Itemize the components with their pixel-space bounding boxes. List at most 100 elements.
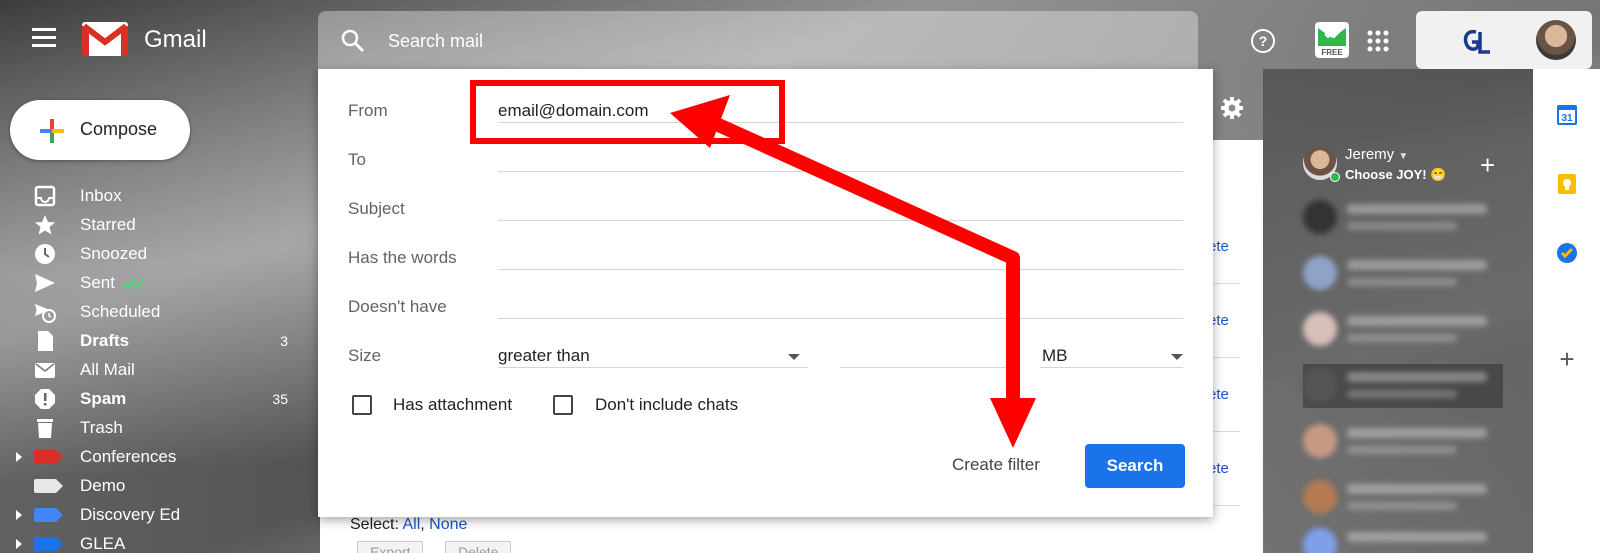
chevron-down-icon[interactable]: ▼ bbox=[1398, 151, 1408, 162]
add-addon-plus-icon[interactable]: + bbox=[1556, 346, 1578, 372]
select-prefix: Select: bbox=[350, 516, 399, 533]
create-filter-link[interactable]: Create filter bbox=[952, 455, 1040, 475]
mail-icon bbox=[35, 363, 55, 378]
from-label: From bbox=[348, 101, 388, 120]
compose-button[interactable]: Compose bbox=[10, 100, 190, 160]
sidebar-item-label: Drafts bbox=[80, 331, 130, 350]
draft-icon bbox=[38, 331, 53, 351]
size-operator-select[interactable]: greater than bbox=[498, 346, 590, 366]
sidebar-item-label: GLEA bbox=[80, 534, 126, 553]
chat-user-name[interactable]: Jeremy ▼ bbox=[1345, 146, 1408, 163]
sidebar-item-count: 3 bbox=[280, 333, 288, 349]
search-icon[interactable] bbox=[340, 28, 366, 54]
blurred-contact[interactable] bbox=[1303, 196, 1503, 240]
blurred-contact[interactable] bbox=[1303, 476, 1503, 520]
trash-icon bbox=[37, 419, 53, 438]
inbox-icon bbox=[34, 185, 56, 207]
select-controls: Select: All, None bbox=[350, 516, 467, 534]
sidebar-item-conferences[interactable]: Conferences bbox=[0, 443, 300, 472]
sidebar-item-label: All Mail bbox=[80, 360, 135, 379]
sidebar-item-all-mail[interactable]: All Mail bbox=[0, 356, 300, 385]
label-tag-icon bbox=[34, 508, 63, 522]
chat-user-name-text: Jeremy bbox=[1345, 146, 1395, 163]
help-icon[interactable]: ? bbox=[1250, 28, 1276, 54]
blurred-contact[interactable] bbox=[1303, 252, 1503, 296]
sidebar-item-label: Demo bbox=[80, 476, 126, 495]
label-tag-icon bbox=[34, 450, 63, 464]
sidebar-item-label: Spam bbox=[80, 389, 127, 408]
subject-label: Subject bbox=[348, 199, 405, 218]
blurred-contact[interactable] bbox=[1303, 364, 1503, 408]
sidebar-item-label: Starred bbox=[80, 215, 136, 234]
sidebar-item-sent[interactable]: Sent bbox=[0, 269, 300, 298]
size-value-field[interactable] bbox=[840, 367, 1020, 368]
sidebar-item-spam[interactable]: Spam 35 bbox=[0, 385, 300, 414]
new-chat-plus-icon[interactable]: + bbox=[1480, 150, 1495, 181]
sidebar-item-label: Scheduled bbox=[80, 302, 161, 321]
sidebar-item-label: Snoozed bbox=[80, 244, 148, 263]
dont-include-chats-label: Don't include chats bbox=[595, 395, 739, 414]
blurred-contact[interactable] bbox=[1303, 308, 1503, 352]
organization-logo bbox=[1463, 29, 1490, 54]
sidebar-item-drafts[interactable]: Drafts 3 bbox=[0, 327, 300, 356]
blurred-contact[interactable] bbox=[1303, 524, 1503, 553]
size-operator-underline bbox=[498, 367, 808, 368]
keep-icon[interactable] bbox=[1556, 173, 1578, 195]
side-panel-rail bbox=[1533, 69, 1600, 553]
dropdown-arrow-icon[interactable] bbox=[1171, 354, 1183, 360]
sidebar-item-label: Discovery Ed bbox=[80, 505, 181, 524]
delete-button[interactable]: Delete bbox=[445, 541, 512, 553]
tasks-icon[interactable] bbox=[1556, 242, 1578, 264]
clock-icon bbox=[35, 244, 55, 264]
sidebar-item-snoozed[interactable]: Snoozed bbox=[0, 240, 300, 269]
online-status-icon bbox=[1330, 172, 1340, 182]
dropdown-arrow-icon[interactable] bbox=[788, 354, 800, 360]
compose-label: Compose bbox=[80, 119, 158, 139]
search-button[interactable]: Search bbox=[1085, 444, 1185, 488]
sidebar-item-demo[interactable]: Demo bbox=[0, 472, 300, 501]
blurred-contact[interactable] bbox=[1303, 420, 1503, 464]
sidebar-item-label: Trash bbox=[80, 418, 123, 437]
size-unit-underline bbox=[1040, 367, 1183, 368]
sidebar-item-discovery-ed[interactable]: Discovery Ed bbox=[0, 501, 300, 530]
sidebar-item-inbox[interactable]: Inbox bbox=[0, 182, 300, 211]
expand-caret-icon[interactable] bbox=[16, 510, 22, 520]
export-button[interactable]: Export bbox=[357, 541, 424, 553]
sidebar-item-scheduled[interactable]: Scheduled bbox=[0, 298, 300, 327]
select-separator: , bbox=[420, 516, 425, 533]
apps-grid-icon[interactable] bbox=[1367, 30, 1389, 52]
label-tag-icon bbox=[34, 479, 63, 493]
chat-user-status: Choose JOY! 😁 bbox=[1345, 167, 1447, 182]
subject-field[interactable] bbox=[498, 220, 1183, 221]
sidebar-item-label: Inbox bbox=[80, 186, 122, 205]
dont-include-chats-checkbox[interactable] bbox=[553, 395, 573, 415]
sidebar-item-label: Conferences bbox=[80, 447, 177, 466]
sidebar-item-starred[interactable]: Starred bbox=[0, 211, 300, 240]
has-attachment-checkbox[interactable] bbox=[352, 395, 372, 415]
size-unit-select[interactable]: MB bbox=[1042, 346, 1068, 366]
has-words-label: Has the words bbox=[348, 248, 457, 267]
gmail-logo bbox=[82, 22, 128, 56]
main-menu-icon[interactable] bbox=[32, 28, 56, 48]
expand-caret-icon[interactable] bbox=[16, 539, 22, 549]
plus-icon bbox=[40, 119, 64, 143]
spam-icon bbox=[35, 389, 55, 409]
sidebar-item-glea[interactable]: GLEA bbox=[0, 530, 300, 553]
to-field[interactable] bbox=[498, 171, 1183, 172]
search-input[interactable]: Search mail bbox=[388, 31, 483, 52]
settings-gear-icon[interactable] bbox=[1220, 96, 1244, 120]
scheduled-send-icon bbox=[35, 304, 56, 323]
sidebar-item-count: 35 bbox=[272, 391, 288, 407]
has-words-field[interactable] bbox=[498, 269, 1183, 270]
expand-caret-icon[interactable] bbox=[16, 452, 22, 462]
select-all-link[interactable]: All bbox=[402, 516, 420, 533]
app-brand: Gmail bbox=[144, 26, 207, 53]
send-icon bbox=[35, 274, 55, 292]
calendar-icon[interactable]: 31 bbox=[1556, 104, 1578, 126]
account-avatar[interactable] bbox=[1536, 20, 1576, 60]
select-none-link[interactable]: None bbox=[429, 516, 467, 533]
sidebar-item-trash[interactable]: Trash bbox=[0, 414, 300, 443]
star-icon bbox=[35, 215, 55, 235]
extension-icon[interactable]: FREE bbox=[1313, 20, 1351, 60]
doesnt-have-field[interactable] bbox=[498, 318, 1183, 319]
